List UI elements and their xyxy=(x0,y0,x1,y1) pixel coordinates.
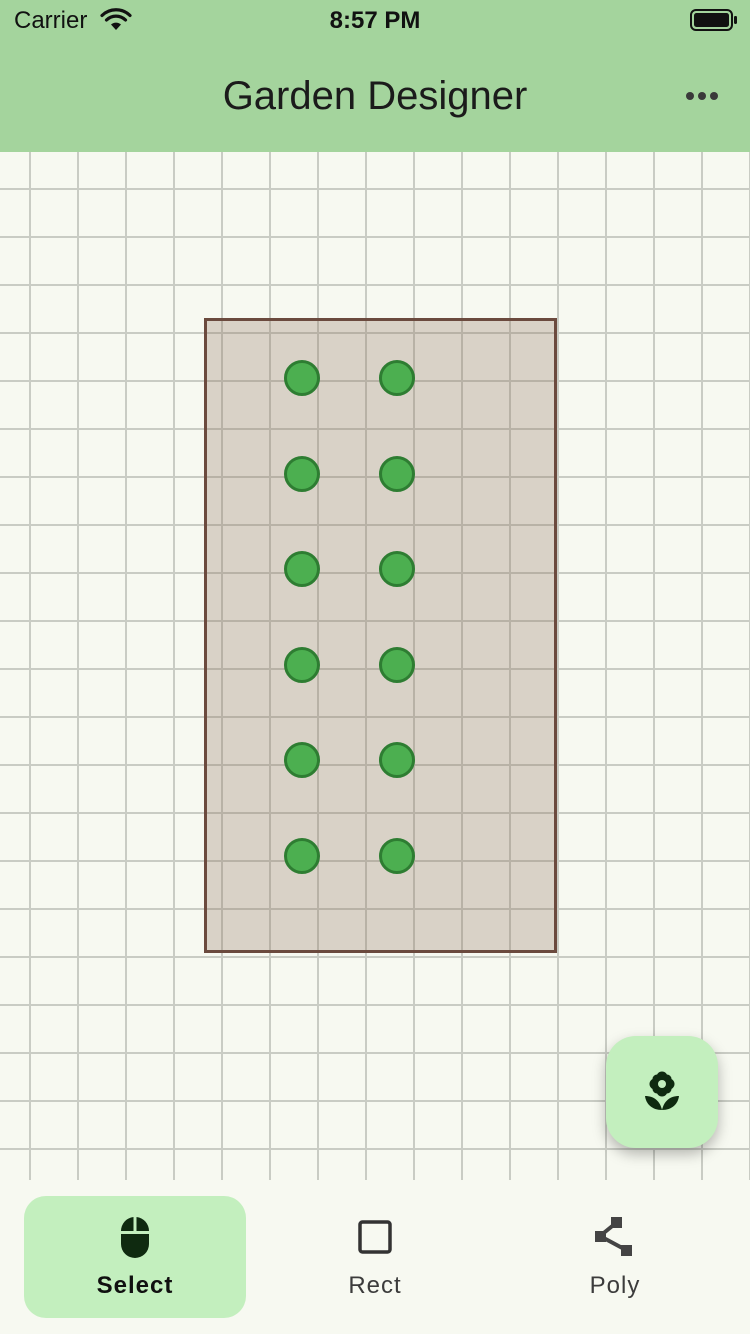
garden-canvas[interactable] xyxy=(0,152,750,1180)
plant-marker[interactable] xyxy=(284,837,320,874)
plant-marker[interactable] xyxy=(284,742,320,778)
plant-marker[interactable] xyxy=(379,837,415,874)
nav-item-poly[interactable]: Poly xyxy=(504,1196,726,1318)
nav-label-select: Select xyxy=(96,1272,174,1299)
nav-label-rect: Rect xyxy=(348,1272,402,1299)
plant-marker[interactable] xyxy=(379,742,415,778)
nav-label-poly: Poly xyxy=(589,1272,641,1299)
bottom-navigation: Select Rect Poly xyxy=(0,1180,750,1334)
status-bar: Carrier 8:57 PM xyxy=(0,0,750,40)
plant-marker[interactable] xyxy=(379,551,415,587)
plant-marker[interactable] xyxy=(379,646,415,683)
page-title: Garden Designer xyxy=(222,74,528,118)
plant-marker[interactable] xyxy=(284,646,320,683)
plant-marker[interactable] xyxy=(284,551,320,587)
app-header: Carrier 8:57 PM Garden Designer xyxy=(0,0,750,152)
more-options-icon[interactable] xyxy=(676,76,728,116)
nav-item-select[interactable]: Select xyxy=(24,1196,246,1318)
add-plant-button[interactable] xyxy=(606,1036,718,1148)
plant-marker[interactable] xyxy=(284,455,320,492)
square-outline-icon xyxy=(358,1220,392,1254)
garden-bed[interactable] xyxy=(204,318,557,953)
plant-marker[interactable] xyxy=(379,360,415,396)
nav-item-rect[interactable]: Rect xyxy=(264,1196,486,1318)
plant-marker[interactable] xyxy=(284,360,320,396)
status-time: 8:57 PM xyxy=(329,7,421,34)
flower-icon xyxy=(645,1071,679,1110)
polyline-icon xyxy=(595,1217,632,1256)
garden-designer-app: Carrier 8:57 PM Garden Designer Select R… xyxy=(0,0,750,1334)
mouse-icon xyxy=(120,1217,150,1258)
battery-icon xyxy=(690,9,737,31)
plant-marker[interactable] xyxy=(379,455,415,492)
